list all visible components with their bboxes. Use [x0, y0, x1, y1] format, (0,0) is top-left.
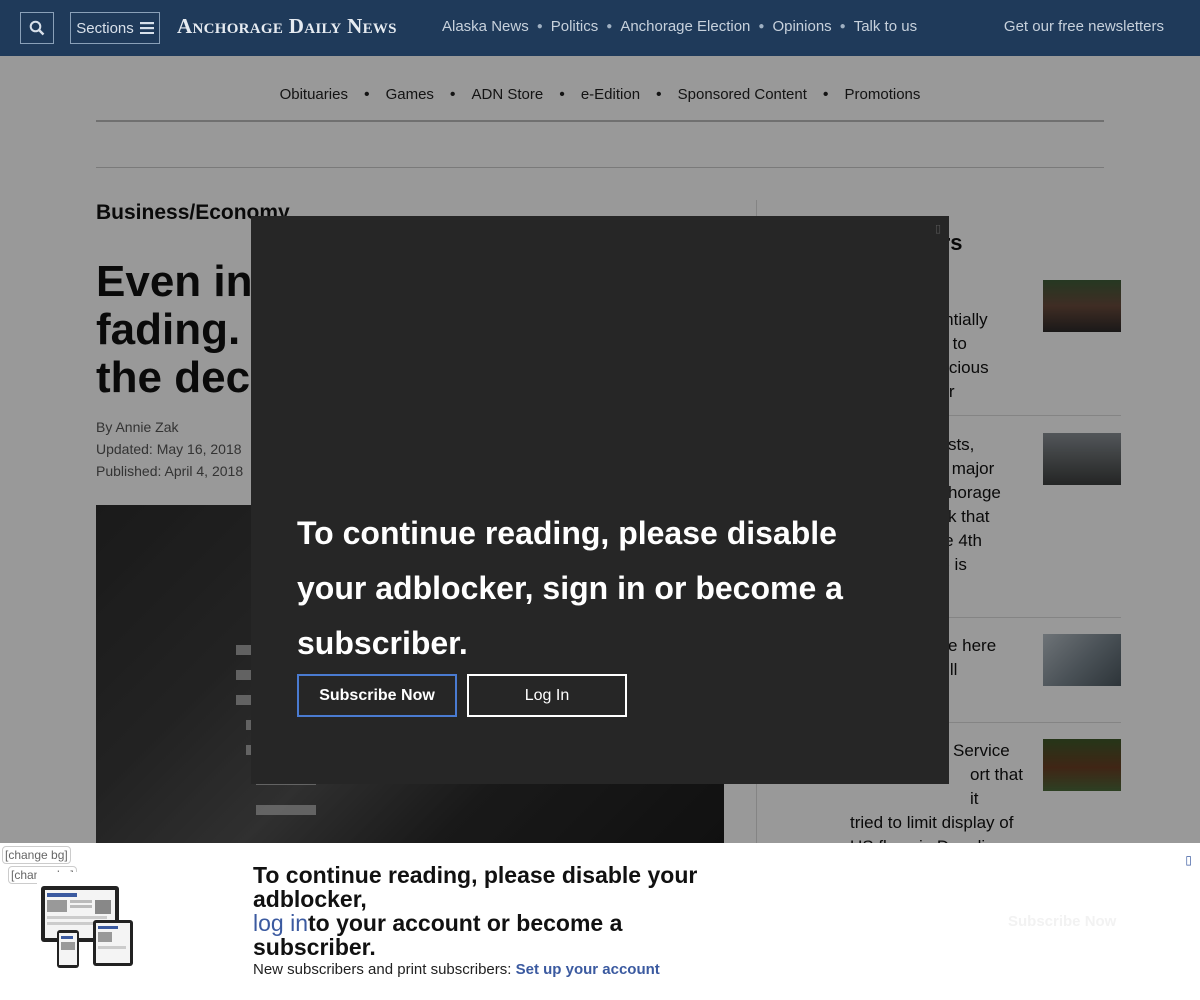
nav-link-alaska-news[interactable]: Alaska News: [442, 18, 529, 35]
nav-link-anchorage-election[interactable]: Anchorage Election: [620, 18, 750, 35]
search-button[interactable]: [20, 12, 54, 44]
nav-separator: ●: [839, 21, 846, 32]
site-logo[interactable]: Anchorage Daily News: [177, 14, 397, 39]
banner-subscribe-button[interactable]: Subscribe Now: [1008, 913, 1116, 930]
close-icon[interactable]: ▯: [1185, 853, 1192, 867]
nav-link-politics[interactable]: Politics: [551, 18, 599, 35]
change-bg-button[interactable]: [change bg]: [2, 846, 71, 864]
search-icon: [29, 20, 45, 36]
hamburger-icon: [139, 22, 154, 34]
devices-illustration: [37, 872, 137, 972]
top-nav-links: Alaska News ● Politics ● Anchorage Elect…: [442, 18, 917, 35]
banner-subtext-label: New subscribers and print subscribers:: [253, 961, 512, 978]
adblock-modal: ▯ To continue reading, please disable yo…: [251, 216, 949, 784]
banner-subtext: New subscribers and print subscribers: S…: [253, 961, 660, 978]
bottom-paywall-banner: [change bg] [change bg] To continue read…: [0, 843, 1200, 1000]
modal-message: To continue reading, please disable your…: [297, 515, 843, 661]
banner-login-link[interactable]: log in: [253, 910, 308, 936]
banner-message-text: to your account or become a subscriber.: [253, 910, 623, 960]
sections-button[interactable]: Sections: [70, 12, 160, 44]
setup-account-link[interactable]: Set up your account: [516, 961, 660, 978]
nav-separator: ●: [758, 21, 765, 32]
sections-label: Sections: [76, 19, 134, 37]
nav-link-talk-to-us[interactable]: Talk to us: [854, 18, 917, 35]
nav-separator: ●: [606, 21, 613, 32]
banner-message: To continue reading, please disable your…: [253, 863, 723, 959]
nav-separator: ●: [536, 21, 543, 32]
nav-link-opinions[interactable]: Opinions: [772, 18, 831, 35]
top-nav-bar: Sections Anchorage Daily News Alaska New…: [0, 0, 1200, 56]
close-icon[interactable]: ▯: [935, 222, 941, 235]
banner-message-text: To continue reading, please disable your…: [253, 862, 698, 912]
subscribe-now-button[interactable]: Subscribe Now: [297, 674, 457, 717]
newsletters-link[interactable]: Get our free newsletters: [1004, 18, 1164, 35]
log-in-button[interactable]: Log In: [467, 674, 627, 717]
